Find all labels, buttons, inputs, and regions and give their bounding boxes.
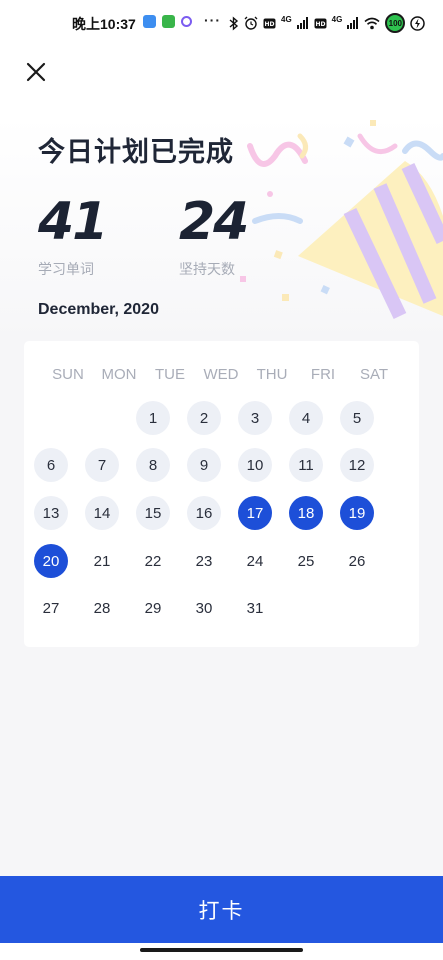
status-bar: 晚上10:37 ··· HD 4G HD 4G 100 <box>0 0 443 46</box>
calendar-day[interactable]: 8 <box>136 448 170 482</box>
page-title: 今日计划已完成 <box>38 137 234 168</box>
top-bar <box>0 46 443 116</box>
bluetooth-icon <box>229 15 239 31</box>
calendar-day[interactable]: 27 <box>34 591 68 625</box>
calendar-day[interactable]: 28 <box>85 591 119 625</box>
calendar-day[interactable]: 12 <box>340 448 374 482</box>
calendar-day[interactable]: 31 <box>238 591 272 625</box>
words-learned-label: 学习单词 <box>38 262 94 278</box>
calendar-day[interactable]: 18 <box>289 496 323 530</box>
hd-icon: HD <box>314 18 327 28</box>
calendar-day[interactable]: 3 <box>238 401 272 435</box>
status-time: 晚上10:37 <box>72 16 136 32</box>
calendar-day[interactable]: 23 <box>187 544 221 578</box>
calendar-day[interactable]: 13 <box>34 496 68 530</box>
calendar-day[interactable]: 22 <box>136 544 170 578</box>
signal-icon <box>347 17 359 29</box>
more-notifications-icon: ··· <box>204 12 221 28</box>
calendar-day[interactable]: 29 <box>136 591 170 625</box>
calendar-month-label: December, 2020 <box>38 301 159 318</box>
notification-icons <box>143 15 192 28</box>
calendar-day[interactable]: 9 <box>187 448 221 482</box>
streak-days-value: 24 <box>179 192 249 252</box>
signal-icon <box>296 17 308 29</box>
svg-text:HD: HD <box>264 21 274 28</box>
wifi-icon <box>364 17 380 29</box>
weekday-header: SUN <box>52 366 84 383</box>
streak-days-label: 坚持天数 <box>179 262 235 278</box>
hd-icon: HD <box>263 18 276 28</box>
checkin-button[interactable]: 打卡 <box>0 876 443 943</box>
calendar-day[interactable]: 20 <box>34 544 68 578</box>
calendar-day[interactable]: 1 <box>136 401 170 435</box>
words-learned-value: 41 <box>38 192 108 252</box>
battery-icon: 100 <box>385 13 406 33</box>
app-notification-icon <box>181 16 192 27</box>
calendar-day[interactable]: 25 <box>289 544 323 578</box>
calendar-day[interactable]: 24 <box>238 544 272 578</box>
calendar-day[interactable]: 17 <box>238 496 272 530</box>
party-popper-icon <box>240 120 443 320</box>
close-icon <box>26 62 46 82</box>
calendar-day[interactable]: 21 <box>85 544 119 578</box>
calendar-day[interactable]: 5 <box>340 401 374 435</box>
network-type-2: 4G <box>331 14 343 24</box>
calendar-day[interactable]: 2 <box>187 401 221 435</box>
close-button[interactable] <box>22 58 50 86</box>
app-notification-icon <box>143 15 156 28</box>
calendar-day[interactable]: 16 <box>187 496 221 530</box>
calendar-day[interactable]: 6 <box>34 448 68 482</box>
app-notification-icon <box>162 15 175 28</box>
calendar-day[interactable]: 4 <box>289 401 323 435</box>
calendar-day[interactable]: 30 <box>187 591 221 625</box>
svg-text:HD: HD <box>315 21 325 28</box>
calendar-day[interactable]: 7 <box>85 448 119 482</box>
calendar-day[interactable]: 14 <box>85 496 119 530</box>
calendar-day[interactable]: 11 <box>289 448 323 482</box>
weekday-header: FRI <box>310 366 336 383</box>
alarm-icon <box>244 16 258 30</box>
navigation-bar <box>0 943 443 960</box>
charging-icon <box>410 15 426 31</box>
calendar-card: SUN MON TUE WED THU FRI SAT 1 2 3 4 5 6 7 8 9 10 1… <box>24 341 419 647</box>
network-type-1: 4G <box>281 14 292 24</box>
weekday-header: SAT <box>359 366 389 383</box>
weekday-header: MON <box>101 366 137 383</box>
calendar-day[interactable]: 15 <box>136 496 170 530</box>
status-indicators: HD 4G HD 4G 100 <box>229 13 426 33</box>
weekday-header: TUE <box>155 366 185 383</box>
calendar-day[interactable]: 19 <box>340 496 374 530</box>
calendar-day[interactable]: 26 <box>340 544 374 578</box>
weekday-header: THU <box>256 366 288 383</box>
weekday-header: WED <box>203 366 239 383</box>
calendar-day[interactable]: 10 <box>238 448 272 482</box>
home-indicator[interactable] <box>140 948 303 952</box>
